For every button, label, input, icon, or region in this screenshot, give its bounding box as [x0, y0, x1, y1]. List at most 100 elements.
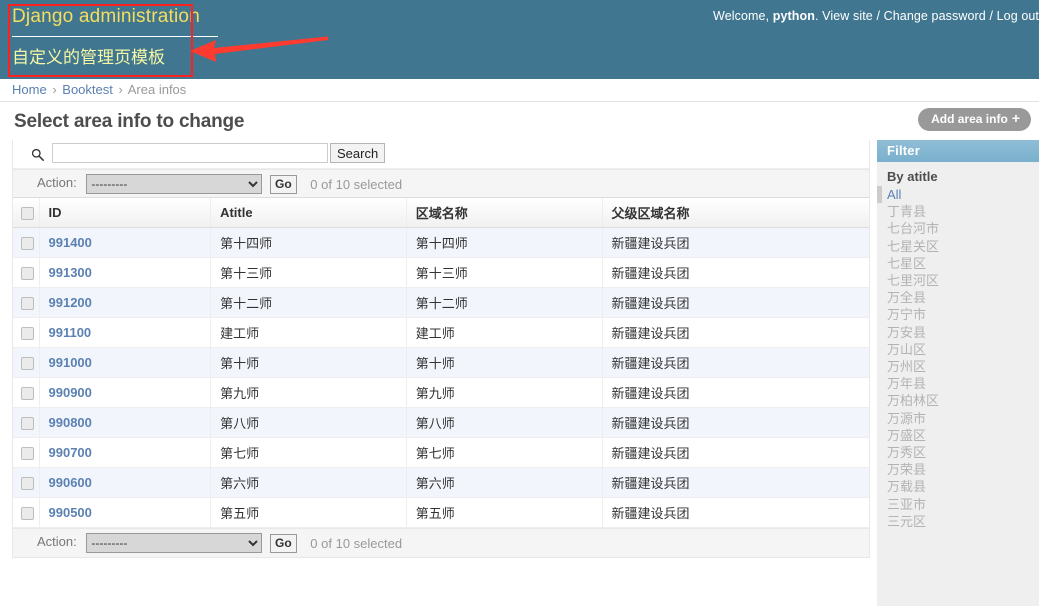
filter-link[interactable]: 万全县	[887, 290, 926, 305]
filter-link[interactable]: 七里河区	[887, 273, 939, 288]
page-title: Select area info to change	[14, 111, 244, 133]
row-id-link[interactable]: 990500	[49, 505, 92, 520]
table-row: 990600第六师第六师新疆建设兵团	[13, 468, 869, 498]
action-counter-bottom: 0 of 10 selected	[300, 536, 402, 551]
breadcrumb-home[interactable]: Home	[12, 82, 47, 97]
table-row: 990900第九师第九师新疆建设兵团	[13, 378, 869, 408]
cell-atitle: 第十四师	[211, 228, 407, 258]
select-all-checkbox[interactable]	[21, 207, 34, 220]
results-table-body: 991400第十四师第十四师新疆建设兵团991300第十三师第十三师新疆建设兵团…	[13, 228, 869, 528]
action-select-bottom[interactable]: ---------	[86, 533, 262, 553]
filter-link[interactable]: 万荣县	[887, 462, 926, 477]
filter-list-item: 万全县	[877, 289, 1039, 306]
column-header-parent-area-name[interactable]: 父级区域名称	[602, 198, 869, 228]
search-input[interactable]	[52, 143, 328, 163]
filter-link[interactable]: 七星区	[887, 256, 926, 271]
filter-link[interactable]: 丁青县	[887, 204, 926, 219]
filter-link[interactable]: 万州区	[887, 359, 926, 374]
cell-id: 990900	[39, 378, 211, 408]
row-select-checkbox[interactable]	[21, 267, 34, 280]
table-row: 991300第十三师第十三师新疆建设兵团	[13, 258, 869, 288]
action-go-button-top[interactable]: Go	[270, 175, 297, 194]
row-select-checkbox[interactable]	[21, 507, 34, 520]
filter-link[interactable]: 万柏林区	[887, 393, 939, 408]
add-area-info-button[interactable]: Add area info+	[918, 108, 1031, 131]
row-select-checkbox[interactable]	[21, 297, 34, 310]
change-password-link[interactable]: Change password	[884, 9, 986, 23]
filter-link[interactable]: 万山区	[887, 342, 926, 357]
column-header-id[interactable]: ID	[39, 198, 211, 228]
row-select-checkbox[interactable]	[21, 237, 34, 250]
row-select-cell	[13, 228, 39, 258]
cell-id: 990600	[39, 468, 211, 498]
cell-parent-area-name: 新疆建设兵团	[602, 228, 869, 258]
filter-link[interactable]: 三元区	[887, 514, 926, 529]
filter-link[interactable]: 万秀区	[887, 445, 926, 460]
filter-list-item: 万柏林区	[877, 392, 1039, 409]
results-table: ID Atitle 区域名称 父级区域名称 991400第十四师第十四师新疆建设…	[13, 198, 869, 528]
breadcrumb: Home › Booktest › Area infos	[0, 79, 1039, 102]
filter-link[interactable]: 万年县	[887, 376, 926, 391]
row-id-link[interactable]: 991300	[49, 265, 92, 280]
log-out-link[interactable]: Log out	[997, 9, 1039, 23]
row-select-checkbox[interactable]	[21, 357, 34, 370]
row-id-link[interactable]: 990800	[49, 415, 92, 430]
filter-link[interactable]: 万源市	[887, 411, 926, 426]
object-tools: Add area info+	[918, 108, 1031, 131]
row-id-link[interactable]: 990900	[49, 385, 92, 400]
cell-atitle: 第六师	[211, 468, 407, 498]
search-button[interactable]: Search	[330, 143, 385, 163]
filter-list-item: 万年县	[877, 375, 1039, 392]
row-id-link[interactable]: 991400	[49, 235, 92, 250]
filter-link[interactable]: 万宁市	[887, 307, 926, 322]
row-select-checkbox[interactable]	[21, 447, 34, 460]
filter-link[interactable]: 七星关区	[887, 239, 939, 254]
cell-area-name: 第五师	[406, 498, 602, 528]
filter-list-item: 三元区	[877, 513, 1039, 530]
view-site-link[interactable]: View site	[822, 9, 873, 23]
column-header-atitle[interactable]: Atitle	[211, 198, 407, 228]
filter-link[interactable]: 七台河市	[887, 221, 939, 236]
row-id-link[interactable]: 991100	[49, 325, 92, 340]
cell-atitle: 第五师	[211, 498, 407, 528]
filter-list-item: 七台河市	[877, 220, 1039, 237]
cell-id: 990800	[39, 408, 211, 438]
filter-link[interactable]: 三亚市	[887, 497, 926, 512]
filter-list-item: 万安县	[877, 324, 1039, 341]
action-counter-top: 0 of 10 selected	[300, 177, 402, 192]
row-select-cell	[13, 288, 39, 318]
filter-group-title: By atitle	[877, 162, 1039, 186]
filter-list-item: All	[877, 186, 1039, 203]
row-select-checkbox[interactable]	[21, 327, 34, 340]
user-tools: Welcome, python. View site / Change pass…	[713, 9, 1039, 23]
row-select-checkbox[interactable]	[21, 417, 34, 430]
cell-parent-area-name: 新疆建设兵团	[602, 378, 869, 408]
row-select-cell	[13, 408, 39, 438]
cell-parent-area-name: 新疆建设兵团	[602, 318, 869, 348]
filter-list-item: 七里河区	[877, 272, 1039, 289]
action-select-top[interactable]: ---------	[86, 174, 262, 194]
row-id-link[interactable]: 991000	[49, 355, 92, 370]
row-select-cell	[13, 348, 39, 378]
row-id-link[interactable]: 990600	[49, 475, 92, 490]
breadcrumb-booktest[interactable]: Booktest	[62, 82, 113, 97]
table-row: 991100建工师建工师新疆建设兵团	[13, 318, 869, 348]
column-header-area-name[interactable]: 区域名称	[406, 198, 602, 228]
row-select-checkbox[interactable]	[21, 477, 34, 490]
row-select-checkbox[interactable]	[21, 387, 34, 400]
filter-link[interactable]: 万安县	[887, 325, 926, 340]
breadcrumb-current: Area infos	[128, 82, 187, 97]
custom-template-heading: 自定义的管理页模板	[12, 32, 200, 71]
user-tools-separator-2: /	[989, 9, 993, 23]
cell-parent-area-name: 新疆建设兵团	[602, 498, 869, 528]
site-name[interactable]: Django administration	[12, 2, 200, 32]
welcome-period: .	[815, 9, 819, 23]
cell-area-name: 第十三师	[406, 258, 602, 288]
row-id-link[interactable]: 991200	[49, 295, 92, 310]
filter-link[interactable]: 万载县	[887, 479, 926, 494]
cell-id: 991300	[39, 258, 211, 288]
filter-link[interactable]: 万盛区	[887, 428, 926, 443]
filter-link[interactable]: All	[887, 187, 901, 202]
row-id-link[interactable]: 990700	[49, 445, 92, 460]
action-go-button-bottom[interactable]: Go	[270, 534, 297, 553]
